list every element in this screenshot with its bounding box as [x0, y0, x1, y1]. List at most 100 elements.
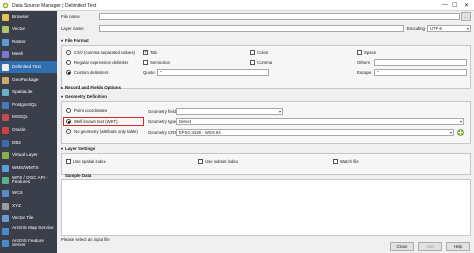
minimize-button[interactable]: — — [442, 2, 448, 8]
colon-checkbox[interactable] — [250, 50, 255, 55]
custom-delimiters-label: Custom delimiters — [74, 70, 109, 75]
sidebar-item-wms-wmts[interactable]: WMS/WMTS — [0, 162, 57, 174]
close-button[interactable]: Close — [390, 242, 414, 251]
watch-file-checkbox[interactable] — [333, 159, 338, 164]
qgis-logo-icon — [2, 2, 9, 9]
geometry-field-select[interactable]: ▾ — [176, 108, 283, 115]
title-bar: Data Source Manager | Delimited Text — ☐… — [0, 0, 474, 11]
sidebar-item-vector-tile[interactable]: Vector Tile — [0, 213, 57, 225]
sidebar-item-icon — [2, 227, 9, 235]
quote-label: Quote — [143, 70, 155, 75]
custom-delimiters-radio[interactable] — [66, 70, 71, 75]
browse-button[interactable]: … — [461, 12, 471, 21]
sidebar-item-postgresql[interactable]: PostgreSQL — [0, 99, 57, 111]
sidebar-item-wcs[interactable]: WCS — [0, 187, 57, 199]
semicolon-checkbox[interactable] — [143, 60, 148, 65]
sidebar-item-vector[interactable]: Vector — [0, 24, 57, 36]
chevron-down-icon: ▾ — [466, 26, 469, 31]
encoding-select[interactable]: UTF-8 ▾ — [427, 25, 471, 32]
colon-label: Colon — [257, 50, 269, 55]
sidebar-item-arcgis-feature-server[interactable]: ArcGIS Feature Server — [0, 238, 57, 250]
sidebar-item-mssql[interactable]: MSSQL — [0, 112, 57, 124]
space-checkbox[interactable] — [357, 50, 362, 55]
sidebar: Browser Vector Raster Mesh Delimited Text Geo… — [0, 11, 57, 253]
geometry-crs-value: EPSG:4326 - WGS 84 — [179, 130, 221, 135]
sidebar-item-label: MSSQL — [12, 114, 29, 120]
csv-label: CSV (comma separated values) — [74, 50, 135, 55]
geometry-crs-label: Geometry CRS — [148, 130, 178, 135]
crs-selector-icon[interactable] — [456, 128, 465, 137]
sidebar-item-label: Vector Tile — [12, 215, 34, 221]
comma-label: Comma — [257, 60, 273, 65]
sidebar-item-icon — [2, 215, 9, 223]
tab-checkbox[interactable] — [143, 49, 148, 55]
sidebar-item-icon — [2, 177, 9, 185]
csv-radio[interactable] — [66, 50, 71, 55]
tab-label: Tab — [150, 50, 157, 55]
sidebar-item-icon — [2, 139, 9, 147]
geometry-field-label: Geometry field — [148, 109, 176, 114]
encoding-value: UTF-8 — [430, 26, 442, 31]
quote-input[interactable]: " — [157, 69, 269, 76]
sidebar-item-label: Vector — [12, 26, 26, 32]
layer-settings-title: Layer Settings — [65, 146, 96, 151]
sidebar-item-mesh[interactable]: Mesh — [0, 49, 57, 61]
add-button[interactable]: Add — [418, 242, 442, 251]
sidebar-item-label: Oracle — [12, 126, 26, 132]
sidebar-item-virtual-layer[interactable]: Virtual Layer — [0, 150, 57, 162]
others-input[interactable] — [374, 59, 467, 66]
sample-data-title: Sample Data — [65, 173, 92, 178]
sidebar-item-label: ArcGIS Feature Server — [12, 237, 44, 248]
sidebar-item-oracle[interactable]: Oracle — [0, 124, 57, 136]
watch-file-label: Watch file — [340, 159, 359, 164]
encoding-label: Encoding — [407, 26, 425, 31]
sidebar-item-icon — [2, 63, 9, 71]
close-window-button[interactable]: ✕ — [464, 2, 469, 9]
spatial-index-checkbox[interactable] — [66, 159, 71, 164]
subset-index-checkbox[interactable] — [198, 159, 203, 164]
sidebar-item-wfs-ogc-api-features[interactable]: WFS / OGC API - Features — [0, 175, 57, 187]
sidebar-item-geopackage[interactable]: GeoPackage — [0, 74, 57, 86]
sidebar-item-label: DB2 — [12, 139, 21, 145]
sidebar-item-label: GeoPackage — [12, 76, 39, 82]
geometry-type-select[interactable]: Detect ▾ — [176, 118, 464, 125]
file-name-label: File name — [61, 14, 80, 19]
sidebar-item-delimited-text[interactable]: Delimited Text — [0, 61, 57, 74]
sidebar-item-label: Browser — [12, 13, 29, 19]
sidebar-item-db2[interactable]: DB2 — [0, 137, 57, 149]
escape-input[interactable]: " — [374, 69, 467, 76]
window-title: Data Source Manager | Delimited Text — [12, 2, 97, 9]
layer-settings-header[interactable]: ▾ Layer Settings — [61, 146, 95, 151]
sidebar-item-spatialite[interactable]: SpatiaLite — [0, 87, 57, 99]
space-label: Space — [364, 50, 377, 55]
sidebar-item-arcgis-map-service[interactable]: ArcGIS Map Service — [0, 225, 57, 237]
geometry-header[interactable]: ▾ Geometry Definition — [61, 94, 107, 99]
sidebar-item-label: ArcGIS Map Service — [12, 225, 54, 231]
chevron-down-icon: ▾ — [278, 109, 281, 114]
help-button[interactable]: Help — [446, 242, 470, 251]
file-name-input[interactable] — [99, 13, 460, 20]
sidebar-item-icon — [2, 126, 9, 134]
sidebar-item-label: Raster — [12, 38, 26, 44]
maximize-button[interactable]: ☐ — [452, 2, 457, 9]
sidebar-item-browser[interactable]: Browser — [0, 11, 57, 23]
geometry-crs-select[interactable]: EPSG:4326 - WGS 84 ▾ — [176, 129, 454, 136]
file-format-header[interactable]: ▾ File Format — [61, 38, 89, 43]
sidebar-item-xyz[interactable]: XYZ — [0, 200, 57, 212]
collapse-arrow-icon: ▾ — [61, 94, 64, 99]
no-geometry-radio[interactable] — [66, 129, 71, 134]
layer-name-input[interactable] — [99, 25, 404, 32]
point-coordinates-radio[interactable] — [66, 108, 71, 113]
sidebar-item-label: WMS/WMTS — [12, 164, 39, 170]
record-fields-header[interactable]: ▸ Record and Fields Options — [61, 85, 121, 90]
regex-radio[interactable] — [66, 60, 71, 65]
sample-data-table[interactable] — [61, 179, 471, 236]
geometry-title: Geometry Definition — [65, 94, 107, 99]
sidebar-item-icon — [2, 240, 9, 248]
sidebar-item-raster[interactable]: Raster — [0, 36, 57, 48]
spatial-index-label: Use spatial index — [73, 159, 106, 164]
sidebar-item-icon — [2, 26, 9, 34]
comma-checkbox[interactable] — [250, 60, 255, 65]
record-fields-title: Record and Fields Options — [65, 85, 121, 90]
wkt-radio[interactable] — [66, 119, 71, 124]
